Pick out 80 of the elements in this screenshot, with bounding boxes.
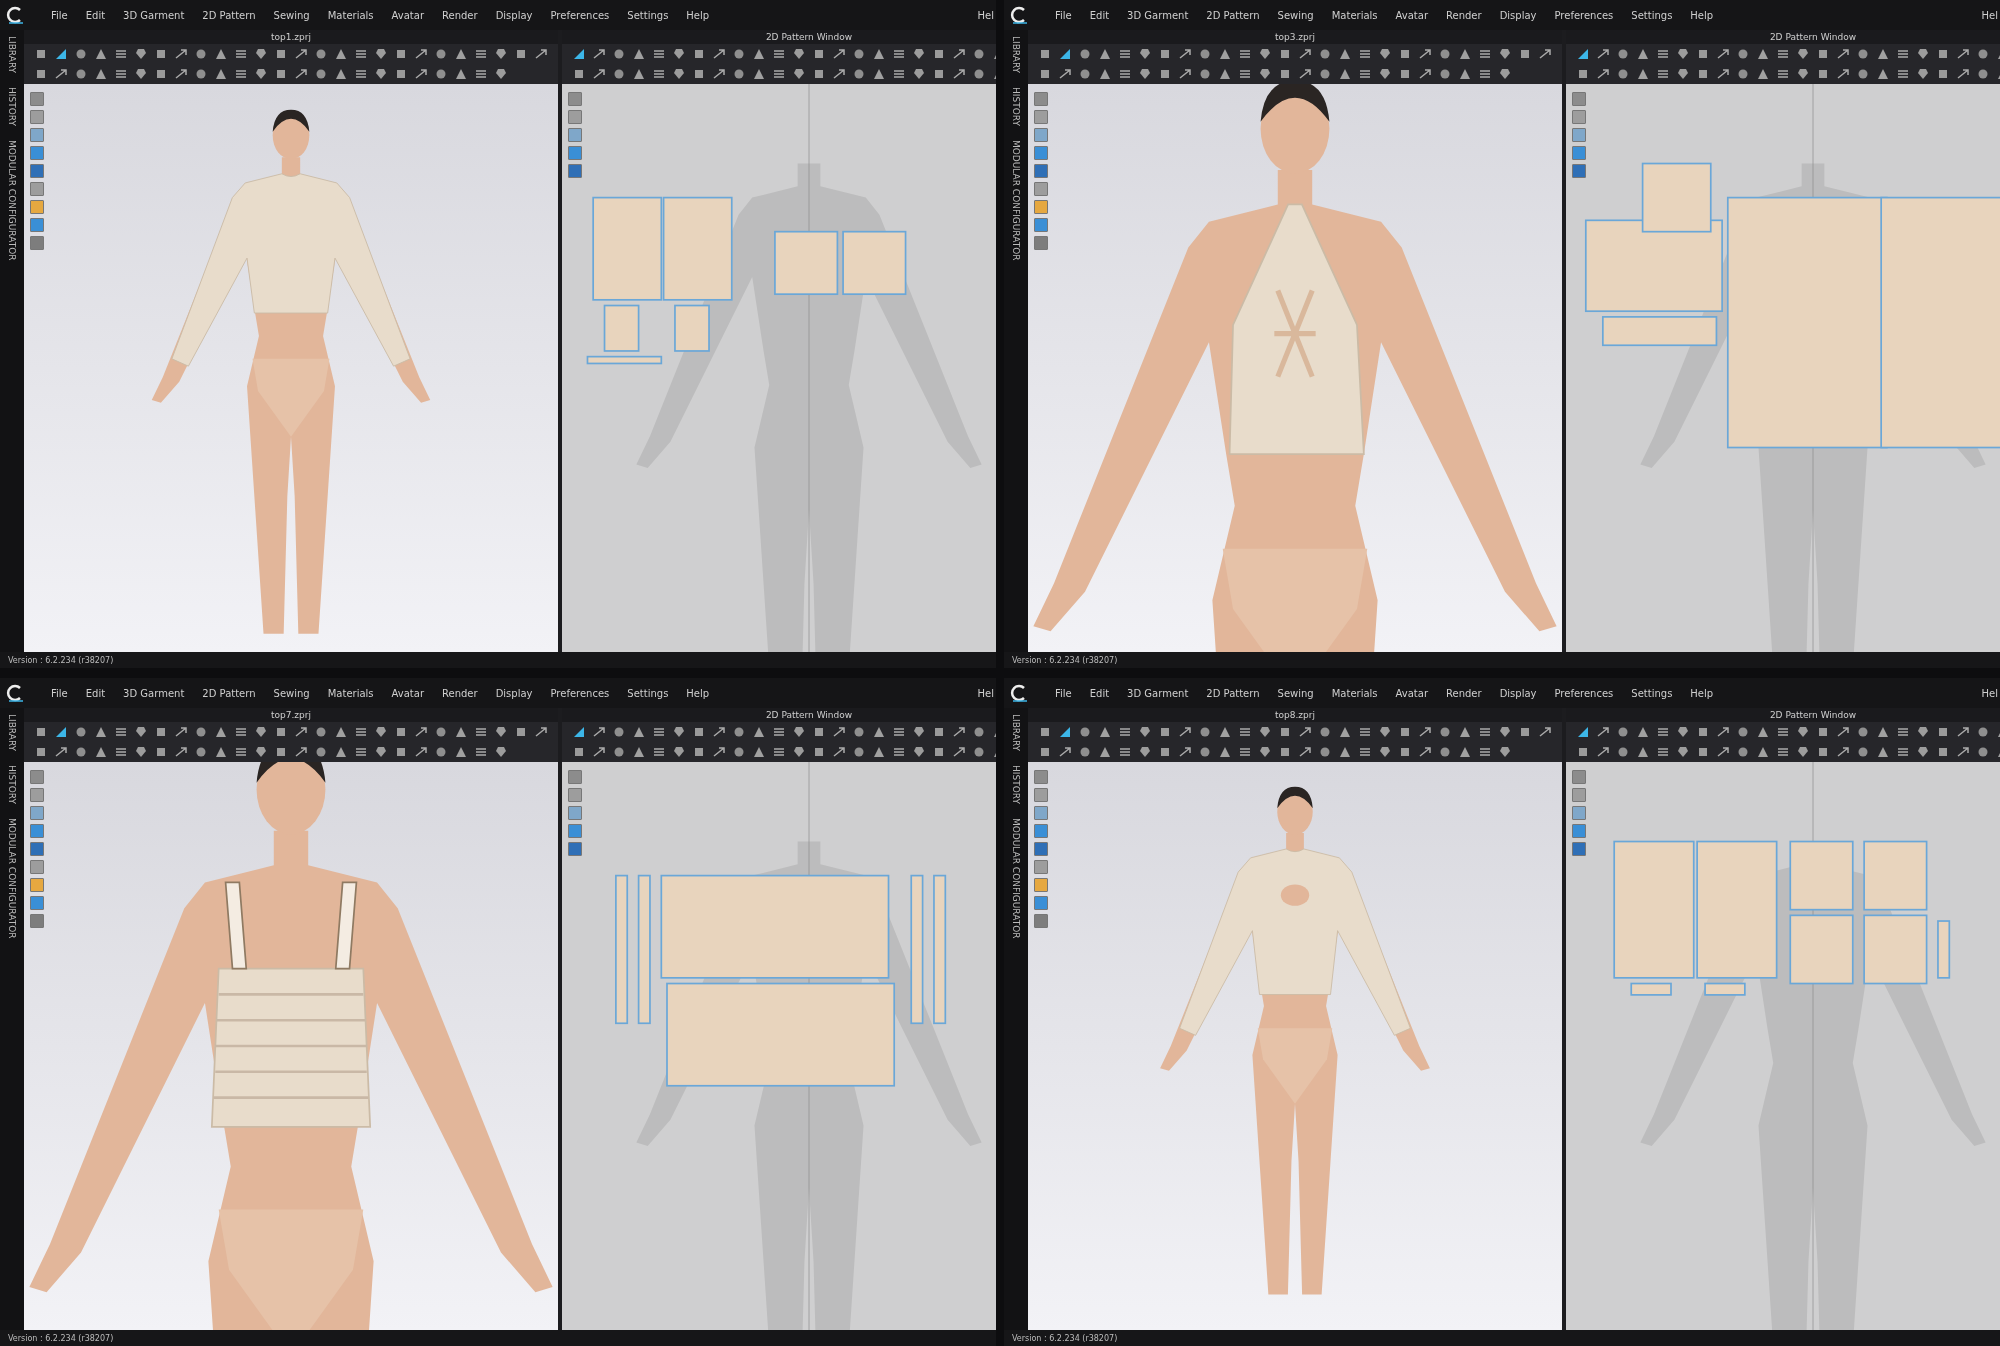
menu-item[interactable]: Avatar — [1386, 687, 1437, 699]
window-title: top7.zprj — [271, 710, 311, 720]
window-title: 2D Pattern Window — [765, 32, 853, 42]
app-logo-icon[interactable] — [1010, 5, 1030, 25]
menu-item[interactable]: Hel — [977, 9, 996, 21]
version-text: Version : 6.2.234 (r38207) — [1012, 655, 1118, 665]
side-tab[interactable]: HISTORY — [1011, 87, 1021, 126]
menu-item[interactable]: 2D Pattern — [1197, 687, 1269, 699]
menu-item[interactable]: 3D Garment — [1118, 9, 1198, 21]
menu-item[interactable]: Display — [1490, 9, 1546, 21]
menu-item[interactable]: Help — [677, 687, 719, 699]
menu-item[interactable]: Edit — [76, 9, 115, 21]
menu-item[interactable]: Materials — [318, 687, 383, 699]
menu-item[interactable]: 2D Pattern — [193, 687, 265, 699]
side-tab[interactable]: HISTORY — [7, 765, 17, 804]
side-tab[interactable]: LIBRARY — [1011, 714, 1021, 752]
menu-item[interactable]: Render — [1437, 9, 1491, 21]
menu-item[interactable]: Sewing — [264, 9, 319, 21]
menu-item[interactable]: Render — [433, 687, 487, 699]
menu-item[interactable]: Preferences — [541, 9, 619, 21]
window-title: 2D Pattern Window — [1769, 32, 1857, 42]
app-logo-icon[interactable] — [1010, 683, 1030, 703]
menu-item[interactable]: 2D Pattern — [193, 9, 265, 21]
menu-item[interactable]: File — [1046, 687, 1081, 699]
menu-item[interactable]: Preferences — [1545, 9, 1623, 21]
menu-item[interactable]: Materials — [318, 9, 383, 21]
side-tab[interactable]: LIBRARY — [7, 714, 17, 752]
app-logo-icon[interactable] — [6, 5, 26, 25]
menu-item[interactable]: Display — [1490, 687, 1546, 699]
window-title: 2D Pattern Window — [1769, 710, 1857, 720]
window-title: 2D Pattern Window — [765, 710, 853, 720]
window-title: top8.zprj — [1275, 710, 1315, 720]
menu-item[interactable]: Avatar — [1386, 9, 1437, 21]
app-logo-icon[interactable] — [6, 683, 26, 703]
menu-item[interactable]: Help — [677, 9, 719, 21]
menu-item[interactable]: Edit — [1080, 9, 1119, 21]
side-tab[interactable]: LIBRARY — [7, 36, 17, 74]
menu-item[interactable]: Edit — [76, 687, 115, 699]
window-title: top1.zprj — [271, 32, 311, 42]
side-tab[interactable]: MODULAR CONFIGURATOR — [1011, 140, 1021, 261]
menu-item[interactable]: Avatar — [382, 687, 433, 699]
menu-item[interactable]: File — [42, 9, 77, 21]
menu-item[interactable]: Preferences — [1545, 687, 1623, 699]
side-tab[interactable]: MODULAR CONFIGURATOR — [7, 818, 17, 939]
menu-item[interactable]: Sewing — [264, 687, 319, 699]
menu-item[interactable]: Sewing — [1268, 9, 1323, 21]
menu-item[interactable]: Display — [486, 9, 542, 21]
menu-item[interactable]: 3D Garment — [1118, 687, 1198, 699]
menu-item[interactable]: Sewing — [1268, 687, 1323, 699]
menu-item[interactable]: Hel — [1981, 9, 2000, 21]
side-tab[interactable]: HISTORY — [7, 87, 17, 126]
menu-item[interactable]: Settings — [618, 687, 678, 699]
version-text: Version : 6.2.234 (r38207) — [8, 655, 114, 665]
menu-item[interactable]: 3D Garment — [114, 9, 194, 21]
menu-item[interactable]: Settings — [1622, 687, 1682, 699]
menu-item[interactable]: Display — [486, 687, 542, 699]
menu-item[interactable]: Materials — [1322, 9, 1387, 21]
menu-item[interactable]: File — [42, 687, 77, 699]
side-tab[interactable]: MODULAR CONFIGURATOR — [1011, 818, 1021, 939]
side-tab[interactable]: LIBRARY — [1011, 36, 1021, 74]
side-tab[interactable]: HISTORY — [1011, 765, 1021, 804]
version-text: Version : 6.2.234 (r38207) — [8, 1333, 114, 1343]
menu-item[interactable]: Help — [1681, 9, 1723, 21]
window-title: top3.zprj — [1275, 32, 1315, 42]
menu-item[interactable]: Hel — [977, 687, 996, 699]
menu-item[interactable]: File — [1046, 9, 1081, 21]
menu-item[interactable]: Render — [1437, 687, 1491, 699]
menu-item[interactable]: Edit — [1080, 687, 1119, 699]
side-tab[interactable]: MODULAR CONFIGURATOR — [7, 140, 17, 261]
menu-item[interactable]: Preferences — [541, 687, 619, 699]
menu-item[interactable]: Render — [433, 9, 487, 21]
menu-item[interactable]: Settings — [1622, 9, 1682, 21]
menu-item[interactable]: Settings — [618, 9, 678, 21]
version-text: Version : 6.2.234 (r38207) — [1012, 1333, 1118, 1343]
menu-item[interactable]: Hel — [1981, 687, 2000, 699]
menu-item[interactable]: Avatar — [382, 9, 433, 21]
menu-item[interactable]: Help — [1681, 687, 1723, 699]
menu-item[interactable]: 2D Pattern — [1197, 9, 1269, 21]
menu-item[interactable]: Materials — [1322, 687, 1387, 699]
menu-item[interactable]: 3D Garment — [114, 687, 194, 699]
